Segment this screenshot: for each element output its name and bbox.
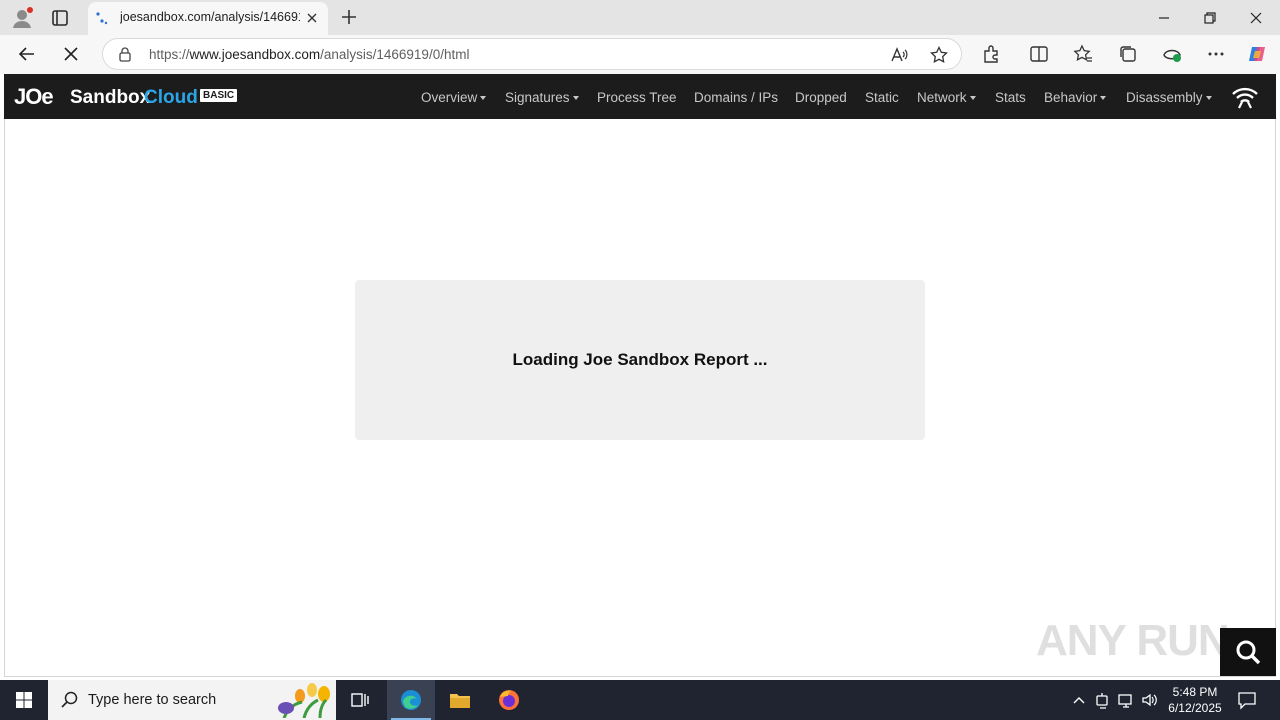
chevron-down-icon (1205, 96, 1212, 101)
url-host: www.joesandbox.com (189, 47, 321, 62)
chevron-down-icon (969, 96, 976, 101)
url-path: /analysis/1466919/0/html (320, 47, 470, 62)
nav-disassembly[interactable]: Disassembly (1126, 90, 1212, 105)
show-hidden-icons-chevron-icon[interactable] (1070, 690, 1088, 710)
network-icon[interactable] (1117, 690, 1135, 710)
url-text[interactable]: https://www.joesandbox.com/analysis/1466… (149, 47, 469, 62)
settings-more-icon[interactable] (1205, 43, 1227, 65)
meet-now-icon[interactable] (1094, 690, 1112, 710)
loading-message: Loading Joe Sandbox Report ... (512, 350, 768, 369)
search-highlight-flowers-icon (278, 683, 330, 718)
new-tab-icon[interactable] (338, 6, 360, 28)
stop-loading-icon[interactable] (60, 43, 82, 65)
logo-sandbox: Sandbox (70, 87, 151, 108)
taskbar-search-box[interactable]: Type here to search (48, 680, 336, 720)
logo-basic-badge: BASIC (200, 89, 238, 102)
chevron-down-icon (480, 96, 487, 101)
nav-network[interactable]: Network (917, 90, 976, 105)
nav-overview[interactable]: Overview (421, 90, 487, 105)
chevron-down-icon (572, 96, 579, 101)
minimize-window-icon[interactable] (1154, 8, 1174, 28)
nav-process-tree[interactable]: Process Tree (597, 90, 677, 105)
site-info-lock-icon[interactable] (117, 46, 133, 62)
tab-actions-icon[interactable] (48, 6, 72, 30)
watermark-text: ANY RUN (1036, 616, 1230, 665)
extensions-icon[interactable] (980, 43, 1002, 65)
browser-essentials-icon[interactable] (1161, 43, 1183, 65)
loading-favicon-icon (96, 12, 108, 25)
address-bar[interactable]: https://www.joesandbox.com/analysis/1466… (102, 38, 962, 70)
close-tab-icon[interactable] (304, 10, 320, 26)
profile-icon[interactable] (10, 6, 34, 30)
tab-title: joesandbox.com/analysis/1466919/0/html (120, 10, 300, 24)
search-icon (1236, 640, 1261, 665)
logo-cloud: Cloud (144, 87, 198, 108)
copilot-icon[interactable] (1246, 43, 1268, 65)
favorites-icon[interactable] (1072, 43, 1094, 65)
windows-start-icon[interactable] (0, 680, 48, 720)
site-navbar: JOe Sandbox Cloud BASIC Overview Signatu… (4, 74, 1276, 119)
loading-panel: Loading Joe Sandbox Report ... (355, 280, 925, 440)
firefox-icon (499, 690, 519, 710)
favorite-star-icon[interactable] (929, 45, 949, 65)
browser-toolbar: https://www.joesandbox.com/analysis/1466… (0, 35, 1280, 74)
active-tab[interactable]: joesandbox.com/analysis/1466919/0/html (88, 2, 328, 35)
folder-icon (450, 694, 470, 708)
taskbar-edge[interactable] (387, 680, 435, 720)
restore-window-icon[interactable] (1200, 8, 1220, 28)
nav-stats[interactable]: Stats (995, 90, 1026, 105)
clock-date: 6/12/2025 (1168, 701, 1222, 715)
split-screen-icon[interactable] (1028, 43, 1050, 65)
browser-tab-strip: joesandbox.com/analysis/1466919/0/html (0, 0, 1280, 35)
system-clock[interactable]: 5:48 PM 6/12/2025 (1160, 684, 1230, 716)
taskbar-file-explorer[interactable] (436, 680, 484, 720)
joe-sandbox-logo[interactable]: JOe Sandbox Cloud BASIC (14, 84, 254, 110)
notifications-icon[interactable] (1236, 690, 1258, 710)
anyrun-watermark: ANY RUN (1036, 610, 1232, 670)
nav-domains-ips[interactable]: Domains / IPs (694, 90, 778, 105)
nav-behavior[interactable]: Behavior (1044, 90, 1107, 105)
read-aloud-icon[interactable] (889, 45, 909, 65)
search-placeholder: Type here to search (88, 692, 217, 708)
search-overlay-button[interactable] (1220, 628, 1276, 676)
nav-static[interactable]: Static (865, 90, 899, 105)
collections-icon[interactable] (1117, 43, 1139, 65)
close-window-icon[interactable] (1246, 8, 1266, 28)
nav-dropped[interactable]: Dropped (795, 90, 847, 105)
edge-browser-icon (401, 690, 421, 710)
task-view-icon (351, 693, 369, 707)
search-icon (61, 691, 78, 708)
clock-time: 5:48 PM (1172, 685, 1218, 699)
live-interaction-icon[interactable] (1230, 84, 1260, 110)
url-scheme: https:// (149, 47, 190, 62)
volume-icon[interactable] (1141, 690, 1159, 710)
taskbar-task-view[interactable] (336, 680, 384, 720)
taskbar-firefox[interactable] (485, 680, 533, 720)
nav-signatures[interactable]: Signatures (505, 90, 579, 105)
chevron-down-icon (1100, 96, 1107, 101)
windows-taskbar: Type here to search 5:48 PM 6/12/2025 (0, 680, 1280, 720)
logo-joe: JOe (14, 84, 54, 109)
back-icon[interactable] (16, 43, 38, 65)
